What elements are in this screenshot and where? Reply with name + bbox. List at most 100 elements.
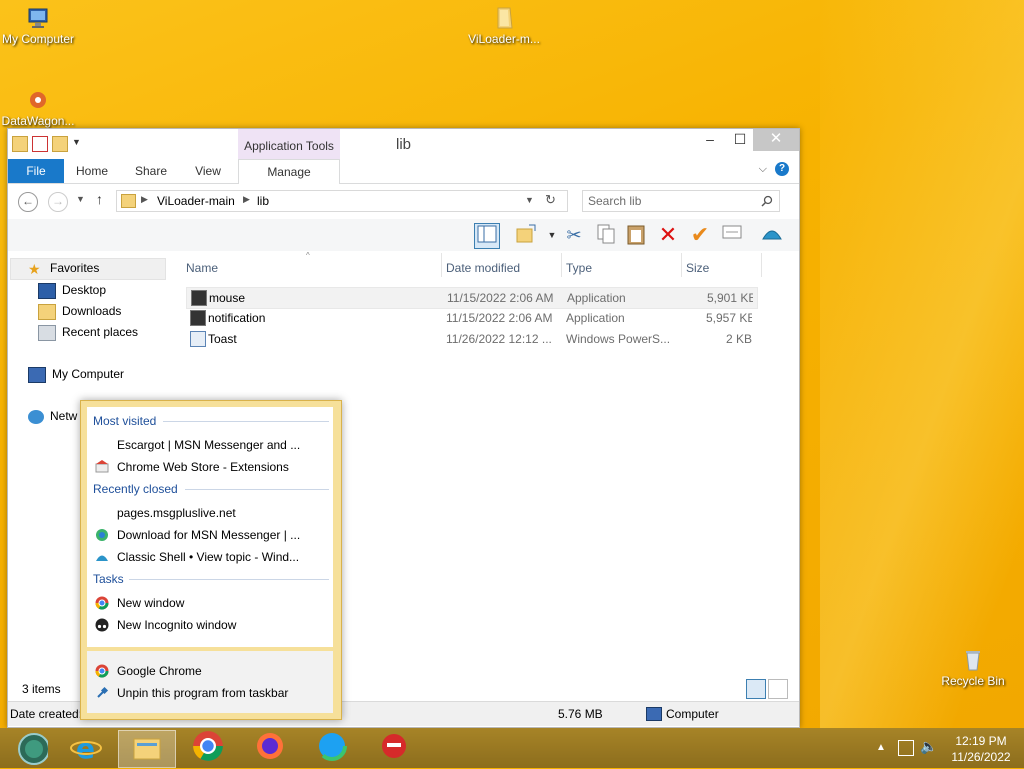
desktop-icon-my-computer[interactable]: My Computer	[0, 6, 78, 46]
nav-favorites[interactable]: ★ Favorites	[28, 261, 99, 276]
title-bar[interactable]: ▼ Application Tools lib – ☐ ✕	[8, 129, 799, 159]
tab-view[interactable]: View	[188, 159, 228, 183]
table-row[interactable]: Toast 11/26/2022 12:12 ... Windows Power…	[186, 329, 756, 349]
taskbar-file-explorer[interactable]	[118, 730, 176, 768]
divider	[185, 489, 329, 490]
escargot-icon	[382, 734, 406, 758]
nav-label: Downloads	[62, 304, 122, 319]
nav-network[interactable]: Netw	[28, 409, 77, 424]
tab-manage[interactable]: Manage	[238, 159, 340, 184]
taskbar-edge[interactable]	[304, 730, 360, 766]
nav-label: My Computer	[52, 367, 125, 382]
desktop-icon-label: Recycle Bin	[941, 674, 1005, 688]
nav-recent-places[interactable]: Recent places	[38, 325, 138, 341]
start-orb-icon	[18, 733, 50, 765]
chevron-down-icon[interactable]: ▼	[525, 195, 534, 205]
breadcrumb-viloader-main[interactable]: ViLoader-main	[157, 194, 235, 208]
help-icon[interactable]: ?	[775, 162, 789, 176]
desktop-icon-datawagon[interactable]: DataWagon...	[0, 88, 78, 128]
jump-item-chrome-web-store[interactable]: Chrome Web Store - Extensions	[117, 460, 289, 474]
show-hidden-icons-button[interactable]: ▲	[876, 742, 886, 753]
tab-home[interactable]: Home	[70, 159, 114, 183]
nav-label: Favorites	[50, 261, 100, 275]
address-bar[interactable]: ▶ ViLoader-main ▶ lib ▼ ↻	[116, 190, 568, 212]
folder-options-icon[interactable]	[514, 223, 538, 247]
forward-button[interactable]: →	[48, 192, 68, 212]
column-divider[interactable]	[561, 253, 562, 277]
search-icon[interactable]	[761, 195, 773, 207]
minimize-button[interactable]: –	[695, 129, 725, 151]
chrome-icon	[95, 596, 109, 610]
up-button[interactable]: ↑	[96, 191, 103, 207]
jump-task-new-window[interactable]: New window	[117, 596, 184, 610]
desktop-icon-label: My Computer	[1, 32, 75, 46]
volume-icon[interactable]: 🔈	[920, 738, 937, 755]
chevron-down-icon[interactable]: ⌵	[759, 163, 767, 176]
cut-icon[interactable]: ✂	[562, 223, 586, 247]
email-icon[interactable]	[720, 223, 744, 247]
properties-check-icon[interactable]: ✔	[688, 223, 712, 247]
table-row[interactable]: notification 11/15/2022 2:06 AM Applicat…	[186, 308, 756, 328]
taskbar-google-chrome[interactable]	[180, 730, 236, 766]
jump-list-body: Most visited Escargot | MSN Messenger an…	[87, 407, 333, 647]
desktop-icon-viloader[interactable]: ViLoader-m...	[464, 6, 544, 46]
copy-icon[interactable]	[594, 223, 618, 247]
classic-shell-icon	[95, 550, 109, 564]
tab-share[interactable]: Share	[130, 159, 172, 183]
jump-item-escargot[interactable]: Escargot | MSN Messenger and ...	[117, 438, 300, 452]
column-header-date-modified[interactable]: Date modified	[446, 261, 520, 275]
jump-item-msgpluslive[interactable]: pages.msgpluslive.net	[117, 506, 236, 520]
column-divider[interactable]	[681, 253, 682, 277]
details-view-icon[interactable]	[746, 679, 766, 699]
paste-icon[interactable]	[624, 223, 648, 247]
table-row[interactable]: mouse 11/15/2022 2:06 AM Application 5,9…	[186, 287, 758, 309]
column-header-type[interactable]: Type	[566, 261, 592, 275]
maximize-button[interactable]: ☐	[725, 129, 755, 151]
close-button[interactable]: ✕	[753, 129, 799, 151]
recent-locations-icon[interactable]: ▼	[76, 194, 85, 204]
nav-downloads[interactable]: Downloads	[38, 304, 121, 320]
divider	[129, 579, 329, 580]
start-button[interactable]	[0, 730, 56, 766]
chevron-down-icon[interactable]: ▼	[540, 223, 564, 247]
column-divider[interactable]	[441, 253, 442, 277]
column-divider[interactable]	[761, 253, 762, 277]
recycle-bin-icon	[966, 651, 980, 671]
search-box[interactable]: Search lib	[582, 190, 780, 212]
taskbar-firefox[interactable]	[242, 730, 298, 766]
jump-item-classic-shell[interactable]: Classic Shell • View topic - Wind...	[117, 550, 299, 564]
tab-file[interactable]: File	[8, 159, 64, 183]
clock-date[interactable]: 11/26/2022	[948, 750, 1014, 764]
delete-icon[interactable]: ✕	[656, 223, 680, 247]
taskbar-internet-explorer[interactable]: e	[58, 730, 114, 766]
folder-icon	[497, 7, 513, 29]
folder-icon	[121, 194, 136, 208]
back-button[interactable]: ←	[18, 192, 38, 212]
classic-shell-icon[interactable]	[760, 223, 784, 247]
breadcrumb-lib[interactable]: lib	[257, 194, 269, 208]
jump-action-unpin[interactable]: Unpin this program from taskbar	[117, 686, 288, 700]
jump-item-download-msn[interactable]: Download for MSN Messenger | ...	[117, 528, 300, 542]
large-icons-view-icon[interactable]	[768, 679, 788, 699]
file-type: Windows PowerS...	[566, 332, 671, 346]
ribbon-tabs: File Home Share View Manage ⌵ ?	[8, 159, 799, 184]
downloads-icon	[38, 304, 56, 320]
desktop-icon-recycle-bin[interactable]: Recycle Bin	[933, 648, 1013, 688]
jump-action-open-chrome[interactable]: Google Chrome	[117, 664, 202, 678]
column-header-size[interactable]: Size	[686, 261, 709, 275]
navigation-bar: ← → ▼ ↑ ▶ ViLoader-main ▶ lib ▼ ↻ Search…	[8, 184, 799, 218]
total-size: 5.76 MB	[558, 707, 603, 721]
section-heading-recently-closed: Recently closed	[93, 482, 178, 496]
taskbar-escargot[interactable]	[366, 730, 422, 766]
network-tray-icon[interactable]	[898, 740, 914, 756]
chrome-icon	[95, 664, 109, 678]
nav-desktop[interactable]: Desktop	[38, 283, 106, 299]
clock-time[interactable]: 12:19 PM	[948, 734, 1014, 748]
column-header-name[interactable]: Name	[186, 261, 218, 275]
date-created-label: Date created:	[10, 707, 83, 721]
nav-my-computer[interactable]: My Computer	[28, 367, 124, 383]
preview-pane-icon[interactable]	[474, 223, 500, 249]
jump-task-new-incognito[interactable]: New Incognito window	[117, 618, 236, 632]
refresh-icon[interactable]: ↻	[545, 192, 556, 208]
search-input[interactable]: Search lib	[588, 194, 641, 208]
